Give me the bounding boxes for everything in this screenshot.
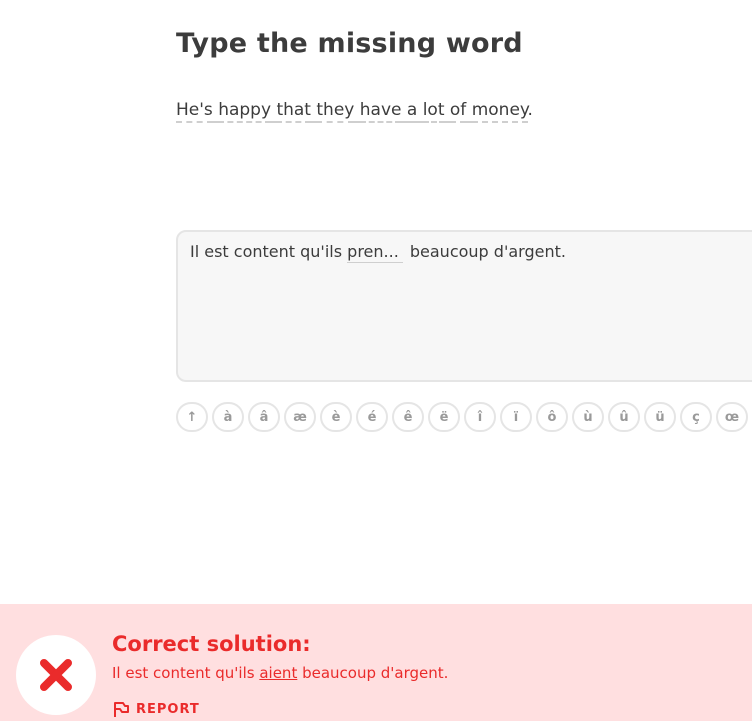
prompt-word[interactable]: money [471, 100, 528, 123]
exercise-page: Type the missing word He's happy that th… [0, 0, 752, 721]
prompt-word[interactable]: He's [176, 100, 213, 123]
solution-text-before: Il est content qu'ils [112, 664, 255, 682]
prompt-word[interactable]: they [316, 100, 355, 123]
shift-key[interactable]: ↑ [176, 402, 208, 432]
prompt-word[interactable]: happy [218, 100, 272, 123]
special-character-keyboard: ↑ à â æ è é ê ë î ï ô ù û ü ç œ [176, 402, 748, 432]
key-e-grave[interactable]: è [320, 402, 352, 432]
key-e-diaeresis[interactable]: ë [428, 402, 460, 432]
prompt-word[interactable]: have [359, 100, 402, 123]
prompt-word[interactable]: a [406, 100, 418, 123]
key-u-grave[interactable]: ù [572, 402, 604, 432]
key-i-circumflex[interactable]: î [464, 402, 496, 432]
solution-text-after: beaucoup d'argent. [302, 664, 449, 682]
report-label: REPORT [136, 701, 200, 717]
key-a-grave[interactable]: à [212, 402, 244, 432]
answer-sentence: Il est content qu'ils pren... beaucoup d… [190, 242, 566, 263]
flag-icon [114, 702, 129, 717]
prompt-word[interactable]: that [276, 100, 311, 123]
correct-solution-text: Il est content qu'ils aient beaucoup d'a… [112, 664, 448, 682]
prompt-word[interactable]: of [449, 100, 467, 123]
feedback-banner: Correct solution: Il est content qu'ils … [0, 604, 752, 721]
page-title: Type the missing word [176, 28, 523, 59]
prompt-word[interactable]: lot [422, 100, 445, 123]
answer-text-before: Il est content qu'ils [190, 242, 343, 261]
key-u-circumflex[interactable]: û [608, 402, 640, 432]
answer-text-after: beaucoup d'argent. [409, 242, 566, 261]
incorrect-badge [16, 635, 96, 715]
answer-area[interactable]: Il est content qu'ils pren... beaucoup d… [176, 230, 752, 382]
key-o-circumflex[interactable]: ô [536, 402, 568, 432]
key-i-diaeresis[interactable]: ï [500, 402, 532, 432]
key-u-diaeresis[interactable]: ü [644, 402, 676, 432]
key-oe[interactable]: œ [716, 402, 748, 432]
key-c-cedilla[interactable]: ç [680, 402, 712, 432]
feedback-title: Correct solution: [112, 632, 311, 656]
key-e-acute[interactable]: é [356, 402, 388, 432]
report-button[interactable]: REPORT [112, 700, 200, 718]
key-a-circumflex[interactable]: â [248, 402, 280, 432]
key-ae[interactable]: æ [284, 402, 316, 432]
key-e-circumflex[interactable]: ê [392, 402, 424, 432]
x-icon [40, 659, 72, 691]
prompt-sentence: He's happy that they have a lot of money… [176, 100, 533, 123]
prompt-punctuation: . [527, 100, 533, 120]
solution-highlight-word: aient [259, 664, 298, 682]
answer-blank-input[interactable]: pren... [347, 242, 403, 263]
